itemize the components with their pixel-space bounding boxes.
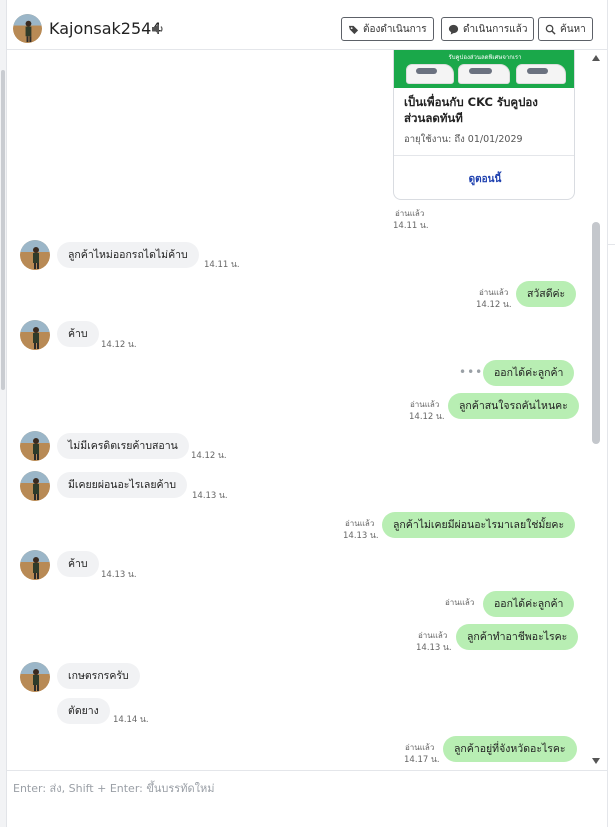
message-time: 14.14 น. [113,715,149,725]
message-time: 14.12 น. [191,451,227,461]
outgoing-message[interactable]: ลูกค้าทำอาชีพอะไรคะ [456,624,579,650]
message-time: 14.13 น. [343,531,379,541]
scroll-down-arrow-icon[interactable] [592,758,600,764]
tag-icon [348,25,359,34]
incoming-message[interactable]: ค้าบ [57,321,99,347]
done-filter-button[interactable]: ดำเนินการแล้ว [441,17,535,41]
message-list[interactable]: รับคูปองส่วนลดพิเศษจากเรา เป็นเพื่อนกับ … [7,50,607,770]
incoming-message[interactable]: ไม่มีเครดิตเรยค้าบสอาน [57,433,189,459]
divider [394,155,574,156]
coupon-card[interactable]: รับคูปองส่วนลดพิเศษจากเรา เป็นเพื่อนกับ … [393,50,575,200]
outgoing-message[interactable]: ออกได้ค่ะลูกค้า [483,591,575,617]
pending-filter-button[interactable]: ต้องดำเนินการ [341,17,434,41]
car-image [516,64,566,84]
message-time: 14.11 น. [393,221,429,231]
incoming-message[interactable]: เกษตรกรครับ [57,663,140,689]
panel-edge [607,0,615,827]
coupon-expiry: อายุใช้งาน: ถึง 01/01/2029 [404,134,523,145]
chat-window: Kajonsak2544 ต้องดำเนินการ ดำเนินการแล้ว… [0,0,615,827]
message-time: 14.12 น. [409,412,445,422]
chat-scrollbar-thumb[interactable] [592,222,600,444]
more-options-icon[interactable]: ••• [459,365,483,379]
message-time: 14.12 น. [476,300,512,310]
scroll-up-arrow-icon[interactable] [592,55,600,61]
outgoing-message[interactable]: ลูกค้าไม่เคยมีผ่อนอะไรมาเลยใช่มั้ยคะ [382,512,576,538]
contact-name: Kajonsak2544 [49,19,162,38]
coupon-banner-text: รับคูปองส่วนลดพิเศษจากเรา [448,54,522,61]
incoming-message[interactable]: ค้าบ [57,551,99,577]
divider [608,244,615,245]
message-time: 14.11 น. [204,260,240,270]
outgoing-message[interactable]: สวัสดีค่ะ [516,281,577,307]
coupon-title: เป็นเพื่อนกับ CKC รับคูปองส่วนลดทันที [404,95,538,125]
coupon-banner-image: รับคูปองส่วนลดพิเศษจากเรา [394,50,574,88]
search-label: ค้นหา [560,23,586,35]
outgoing-message[interactable]: ลูกค้าอยู่ที่จังหวัดอะไรคะ [443,736,577,762]
avatar[interactable] [20,431,50,461]
done-filter-label: ดำเนินการแล้ว [463,23,528,35]
car-image [458,64,510,84]
speaker-icon[interactable] [151,22,165,36]
left-scrollbar-thumb[interactable] [1,70,5,390]
avatar[interactable] [20,550,50,580]
avatar[interactable] [13,14,42,43]
search-button[interactable]: ค้นหา [538,17,593,41]
search-icon [545,24,556,35]
read-status: อ่านแล้ว [445,598,475,607]
avatar[interactable] [20,471,50,501]
message-time: 14.12 น. [101,340,137,350]
message-time: 14.13 น. [192,491,228,501]
left-scrollbar[interactable] [0,0,7,827]
avatar[interactable] [20,662,50,692]
avatar[interactable] [20,320,50,350]
outgoing-message[interactable]: ออกได้ค่ะลูกค้า [483,360,575,386]
message-time: 14.13 น. [101,570,137,580]
pending-filter-label: ต้องดำเนินการ [363,23,427,35]
message-composer [7,770,607,827]
message-input[interactable] [13,777,593,799]
message-time: 14.17 น. [404,755,440,765]
chat-scrollbar[interactable] [588,50,607,770]
message-time: 14.13 น. [416,643,452,653]
incoming-message[interactable]: ตัดยาง [57,698,110,724]
view-coupon-link[interactable]: ดูตอนนี้ [394,172,574,187]
avatar[interactable] [20,240,50,270]
chat-header: Kajonsak2544 ต้องดำเนินการ ดำเนินการแล้ว… [7,0,607,50]
incoming-message[interactable]: มีเคยยผ่อนอะไรเลยค้าบ [57,472,188,498]
chat-bubble-icon [448,24,459,35]
car-image [406,64,454,84]
outgoing-message[interactable]: ลูกค้าสนใจรถคันไหนคะ [448,393,579,419]
incoming-message[interactable]: ลูกค้าไหม่ออกรถไดไม่ค้าบ [57,242,199,268]
